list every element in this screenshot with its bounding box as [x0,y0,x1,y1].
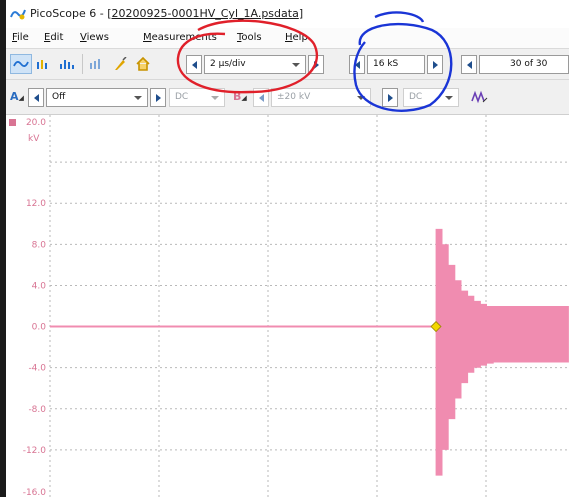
y-tick-label: -12.0 [23,446,47,456]
menu-views[interactable]: Views [80,32,109,43]
trace-burst [435,228,569,476]
channel-b-trace [50,228,569,476]
channel-a-range-increase-button[interactable] [150,88,166,107]
chevron-left-icon [466,60,472,69]
chevron-down-icon [292,63,300,67]
chevron-left-icon [33,93,39,102]
channel-toolbar: A◢ Off DC B◢ ±20 kV DC [6,80,569,115]
waveform-chart[interactable]: 20.0 12.0 8.0 4.0 0.0 -4.0 -8.0 -12.0 -16.0 kV [6,115,569,497]
picoscope-window: PicoScope 6 - [20200925-0001HV_Cyl_1A.ps… [6,0,569,497]
window-title-file: 20200925-0001HV_Cyl_1A.psdata [111,7,299,20]
chevron-right-icon [387,93,393,102]
channel-a-range-decrease-button[interactable] [28,88,44,107]
y-tick-label: -8.0 [28,405,46,415]
chevron-left-icon [258,93,264,102]
math-channels-icon[interactable] [469,87,491,107]
menu-measurements[interactable]: Measurements [143,32,217,43]
y-tick-label: 8.0 [32,240,47,250]
y-tick-label: 12.0 [26,199,46,209]
channel-a-range-select[interactable]: Off [46,88,148,107]
chevron-right-icon [155,93,161,102]
y-tick-label: -4.0 [28,364,46,374]
y-tick-label: -16.0 [23,488,47,497]
chevron-right-icon [313,60,319,69]
y-tick-label: 0.0 [32,323,47,333]
menu-bar: File Edit Views Measurements Tools Help [6,28,569,49]
picoscope-app-icon [10,9,26,20]
chevron-left-icon [354,60,360,69]
menu-edit[interactable]: Edit [44,32,63,43]
window-title: PicoScope 6 - [20200925-0001HV_Cyl_1A.ps… [30,7,304,20]
menu-tools[interactable]: Tools [237,32,262,43]
samples-increase-button[interactable] [427,55,443,74]
toolbar-separator [82,54,83,74]
y-tick-label: 4.0 [32,281,47,291]
channel-b-axis-marker [9,119,16,126]
chevron-right-icon [432,60,438,69]
home-icon[interactable] [132,54,154,74]
buffer-navigator[interactable]: 30 of 30 [479,55,569,74]
chevron-down-icon [445,96,453,100]
channel-b-range-decrease-button[interactable] [253,88,269,107]
timebase-increase-button[interactable] [308,55,324,74]
timebase-decrease-button[interactable] [186,55,202,74]
channel-b-button[interactable]: B◢ [233,90,247,103]
channel-b-coupling-select[interactable]: DC [403,88,459,107]
buffer-previous-button[interactable] [461,55,477,74]
chevron-down-icon [357,96,365,100]
samples-field[interactable]: 16 kS [367,55,425,74]
y-tick-label: 20.0 [26,118,46,128]
spectrum-mode-alt-icon[interactable] [86,54,108,74]
samples-decrease-button[interactable] [349,55,365,74]
scope-plot[interactable]: 20.0 12.0 8.0 4.0 0.0 -4.0 -8.0 -12.0 -16.0 kV [6,115,569,497]
channel-a-coupling-select: DC [169,88,225,107]
chevron-down-icon [211,96,219,100]
probe-icon[interactable] [109,54,131,74]
scope-mode-icon[interactable] [10,54,32,74]
persistence-mode-icon[interactable] [33,54,55,74]
title-bar: PicoScope 6 - [20200925-0001HV_Cyl_1A.ps… [6,0,569,29]
channel-b-range-increase-button[interactable] [382,88,398,107]
menu-file[interactable]: File [12,32,29,43]
channel-b-range-select[interactable]: ±20 kV [271,88,371,107]
spectrum-mode-icon[interactable] [56,54,78,74]
y-axis-unit: kV [28,134,40,144]
channel-a-button[interactable]: A◢ [10,90,24,103]
chevron-down-icon [134,96,142,100]
menu-help[interactable]: Help [285,32,308,43]
chevron-left-icon [191,60,197,69]
capture-toolbar: 2 µs/div 16 kS 30 of 30 [6,49,569,80]
timebase-select[interactable]: 2 µs/div [204,55,306,74]
